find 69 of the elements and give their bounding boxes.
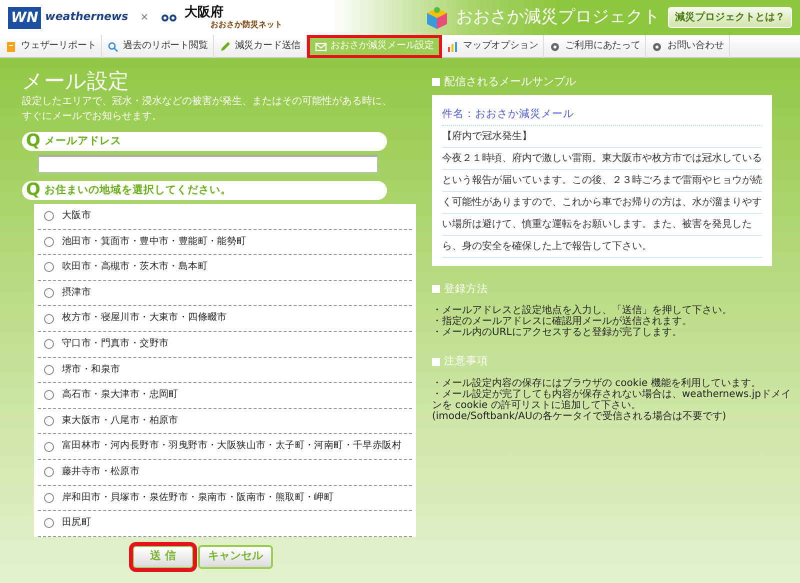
area-label: 守口市・門真市・交野市 xyxy=(62,337,169,352)
radio-button[interactable] xyxy=(44,364,54,375)
radio-button[interactable] xyxy=(44,314,54,324)
radio-button[interactable] xyxy=(44,390,54,400)
radio-button[interactable] xyxy=(44,492,54,503)
question-label: メールアドレス xyxy=(44,134,122,149)
nav-tab[interactable]: マップオプション xyxy=(442,35,544,58)
square-bullet-icon xyxy=(432,78,440,86)
email-input-field[interactable] xyxy=(38,155,378,173)
radio-button[interactable] xyxy=(44,211,54,222)
partner-name: 大阪府 xyxy=(184,6,225,20)
area-label: 岸和田市・貝塚市・泉佐野市・泉南市・阪南市・熊取町・岬町 xyxy=(62,490,334,505)
section-heading: 注意事項 xyxy=(444,354,488,370)
area-label: 東大阪市・八尾市・柏原市 xyxy=(62,414,178,428)
project-title: おおさか減災プロジェクト xyxy=(456,6,660,29)
nav-tab[interactable]: 過去のリポート閲覧 xyxy=(102,35,214,58)
mail-icon xyxy=(314,40,327,52)
area-label: 高石市・泉大津市・忠岡町 xyxy=(62,388,178,402)
cube-icon xyxy=(426,6,448,30)
nav-tab[interactable]: ご利用にあたって xyxy=(544,35,646,58)
note-text: ・メール内のURLにアクセスすると登録が完了します。 xyxy=(432,327,683,338)
page-title: メール設定 xyxy=(22,68,130,94)
mail-headline: 【府内で冠水発生】 xyxy=(442,126,762,148)
area-label: 富田林市・河内長野市・羽曳野市・大阪狭山市・太子町・河南町・千早赤阪村 xyxy=(62,439,402,454)
radio-button[interactable] xyxy=(44,262,54,272)
radio-button[interactable] xyxy=(44,416,54,426)
radio-button[interactable] xyxy=(44,236,54,247)
section-heading: 登録方法 xyxy=(444,282,488,296)
nav-tab[interactable]: お問い合わせ xyxy=(646,35,730,58)
about-button[interactable]: 減災プロジェクトとは？ xyxy=(668,7,792,28)
area-label: 摂津市 xyxy=(62,286,92,300)
description-text: 設定したエリアで、冠水・浸水などの被害が発生、またはその可能性がある時に、すぐにメールでお知らせます。 xyxy=(22,94,393,124)
question-label: お住まいの地域を選択してください。 xyxy=(44,182,232,198)
search-icon xyxy=(107,40,120,52)
area-label: 堺市・和泉市 xyxy=(62,362,120,377)
bar-chart-icon xyxy=(447,40,460,52)
area-label: 田尻町 xyxy=(62,516,92,530)
note-text: ・指定のメールアドレスに確認用メールが送信されます。 xyxy=(432,316,693,328)
pencil-icon xyxy=(218,40,231,52)
radio-button[interactable] xyxy=(44,467,54,478)
area-label: 藤井寺市・松原市 xyxy=(62,465,140,480)
logo-mark: WN xyxy=(8,6,42,28)
section-heading: 配信されるメールサンプル xyxy=(444,74,576,90)
radio-button[interactable] xyxy=(44,442,54,452)
area-label: 吹田市・高槻市・茨木市・島本町 xyxy=(62,260,208,274)
area-label: 大阪市 xyxy=(62,209,92,224)
circle-icon xyxy=(651,40,664,52)
circle-icon xyxy=(549,40,562,52)
mail-subject: 件名：おおさか減災メール xyxy=(442,102,762,126)
note-text: (imode/Softbank/AUの各ケータイで受信される場合は不要です) xyxy=(432,411,728,422)
partner-subtitle: おおさか防災ネット xyxy=(210,20,283,29)
note-text: ・メールアドレスと設定地点を入力し、「送信」を押して下さい。 xyxy=(432,305,733,316)
note-text: ・メール設定内容の保存にはブラウザの cookie 機能を利用しています。 xyxy=(432,378,762,389)
square-bullet-icon xyxy=(432,358,440,366)
mail-body-text: 今夜２１時頃、府内で激しい雷雨。東大阪市や枚方市では冠水しているという報告が届いています。この後、２３時ごろまで雷雨やヒョウが続く可能性がありますので、これから車でお帰りの方は、水が溜まりやすい場所は避けて、慎重な運転をお願いします。また、被害を発見したら、身の安全を確保した上で報告して下さい。 xyxy=(442,148,762,258)
radio-button[interactable] xyxy=(44,339,54,350)
radio-button[interactable] xyxy=(44,288,54,298)
document-icon xyxy=(5,40,17,52)
radio-button[interactable] xyxy=(44,518,54,528)
square-bullet-icon xyxy=(432,285,440,294)
logo-text: weathernews xyxy=(45,9,128,26)
nav-tab[interactable]: ウェザーリポート xyxy=(0,35,102,58)
note-text: ・メール設定が完了しても内容が保存されない場合は、weathernews.jpドメインを cookie の許可リストに追加して下さい。 xyxy=(432,389,792,411)
area-label: 枚方市・寝屋川市・大東市・四條畷市 xyxy=(62,311,227,326)
q-mark: Q xyxy=(26,133,40,150)
area-label: 池田市・箕面市・豊中市・豊能町・能勢町 xyxy=(62,234,246,249)
q-mark: Q xyxy=(26,182,40,199)
emblem-icon xyxy=(160,12,177,24)
separator-text: × xyxy=(140,11,149,25)
